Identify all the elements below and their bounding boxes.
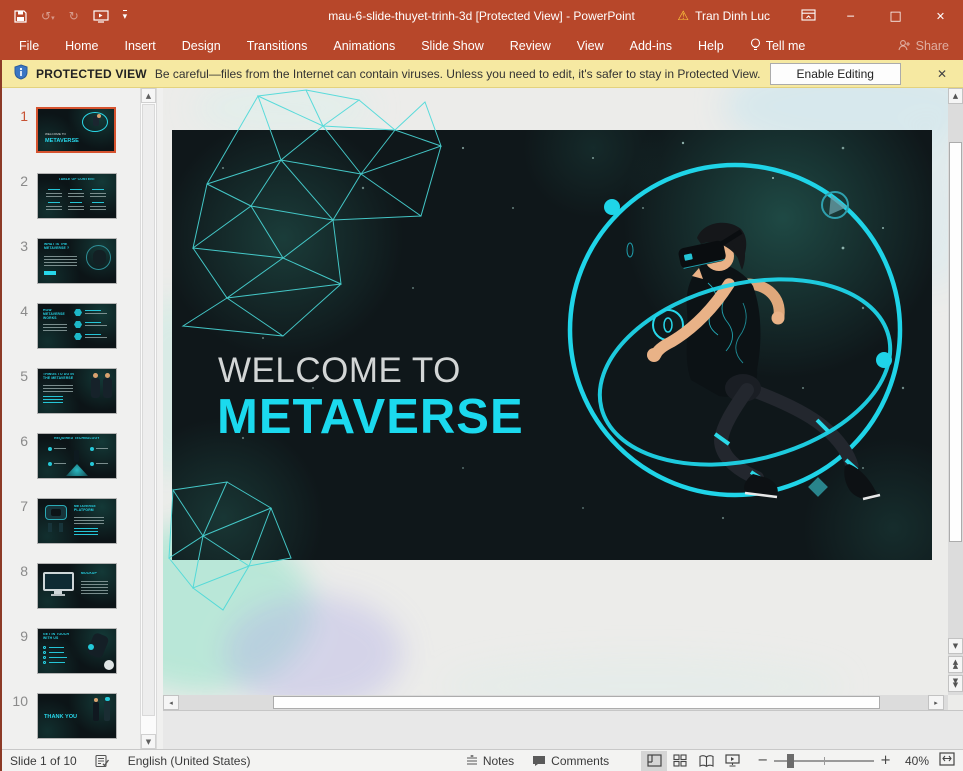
ribbon-display-options-icon[interactable] xyxy=(788,9,828,24)
scroll-left-icon[interactable]: ◂ xyxy=(163,695,179,710)
slide-number: 5 xyxy=(6,368,28,384)
zoom-slider[interactable] xyxy=(774,751,874,771)
scroll-up-icon[interactable]: ▲ xyxy=(141,88,156,103)
scrollbar-thumb[interactable] xyxy=(142,104,155,716)
scroll-down-icon[interactable]: ▼ xyxy=(948,638,963,654)
scroll-down-icon[interactable]: ▼ xyxy=(141,734,156,749)
slide-number: 9 xyxy=(6,628,28,644)
slide-indicator[interactable]: Slide 1 of 10 xyxy=(10,754,77,768)
maximize-button[interactable]: □ xyxy=(873,0,918,32)
shield-icon xyxy=(14,64,28,83)
tab-addins[interactable]: Add-ins xyxy=(617,32,685,60)
tab-help[interactable]: Help xyxy=(685,32,737,60)
horizontal-scrollbar[interactable]: ◂ ▸ xyxy=(163,695,948,710)
tab-design[interactable]: Design xyxy=(169,32,234,60)
notes-toggle[interactable]: Notes xyxy=(466,754,514,768)
banner-close-icon[interactable]: ✕ xyxy=(937,67,947,81)
account-name: Tran Dinh Luc xyxy=(695,9,770,23)
share-person-icon xyxy=(898,39,911,54)
fit-to-window-button[interactable] xyxy=(939,752,955,769)
slide-number: 3 xyxy=(6,238,28,254)
reading-view-button[interactable] xyxy=(693,751,719,771)
comments-icon xyxy=(532,755,546,767)
save-icon[interactable] xyxy=(14,10,27,23)
undo-icon: ↺▾ xyxy=(41,9,55,23)
comments-toggle[interactable]: Comments xyxy=(532,754,609,768)
thumbnail-slide-3[interactable]: 3 WHAT IS THE METAVERSE ? xyxy=(2,238,163,286)
slide-title-text[interactable]: METAVERSE xyxy=(217,389,524,445)
tab-review[interactable]: Review xyxy=(497,32,564,60)
slide-editing-area[interactable]: WELCOME TO METAVERSE ▲ ▼ ▲▲ ▼▼ ◂ ▸ xyxy=(163,88,963,710)
slide-sorter-view-button[interactable] xyxy=(667,751,693,771)
slide-number: 2 xyxy=(6,173,28,189)
thumbnail-slide-2[interactable]: 2 TABLE OF CONTENT xyxy=(2,173,163,221)
thumbnail-slide-10[interactable]: 10 THANK YOU xyxy=(2,693,163,741)
lightbulb-icon xyxy=(750,38,761,55)
slide-number: 1 xyxy=(6,108,28,124)
thumbnail-scrollbar[interactable]: ▲ ▼ xyxy=(140,88,157,749)
previous-slide-button[interactable]: ▲▲ xyxy=(948,656,963,673)
tab-file[interactable]: File xyxy=(6,32,52,60)
powerpoint-window: ↺▾ ↻ ▾ mau-6-slide-thuyet-trinh-3d [Prot… xyxy=(0,0,963,771)
next-slide-button[interactable]: ▼▼ xyxy=(948,675,963,692)
account-warning-icon: ⚠ xyxy=(677,9,689,24)
tab-view[interactable]: View xyxy=(564,32,617,60)
tab-slideshow[interactable]: Slide Show xyxy=(408,32,497,60)
tab-insert[interactable]: Insert xyxy=(112,32,169,60)
redo-icon: ↻ xyxy=(69,9,79,23)
thumbnail-slide-5[interactable]: 5 THINGS TO DO IN THE METAVERSE xyxy=(2,368,163,416)
notes-icon xyxy=(466,755,478,766)
slide-number: 8 xyxy=(6,563,28,579)
language-indicator[interactable]: English (United States) xyxy=(128,754,251,768)
tell-me[interactable]: Tell me xyxy=(737,38,819,55)
start-slideshow-icon[interactable] xyxy=(93,10,109,23)
zoom-level[interactable]: 40% xyxy=(891,754,929,768)
thumbnail-slide-7[interactable]: 7 METAVERSE PLATFORM xyxy=(2,498,163,546)
thumbnail-slide-8[interactable]: 8 MOCKUP xyxy=(2,563,163,611)
slide-number: 6 xyxy=(6,433,28,449)
quick-access-toolbar: ↺▾ ↻ ▾ xyxy=(0,9,127,23)
protected-view-bar: PROTECTED VIEW Be careful—files from the… xyxy=(2,60,963,88)
status-bar: Slide 1 of 10 English (United States) No… xyxy=(2,749,963,771)
thumbnail-slide-1[interactable]: 1 WELCOME TO METAVERSE xyxy=(2,108,163,156)
account-info[interactable]: ⚠ Tran Dinh Luc xyxy=(677,9,770,24)
zoom-slider-handle[interactable] xyxy=(787,754,794,768)
scrollbar-thumb[interactable] xyxy=(949,142,962,542)
tab-transitions[interactable]: Transitions xyxy=(234,32,321,60)
customize-qat-icon[interactable]: ▾ xyxy=(123,10,128,22)
slide-number: 7 xyxy=(6,498,28,514)
slide-subtitle-text[interactable]: WELCOME TO xyxy=(218,351,461,391)
enable-editing-button[interactable]: Enable Editing xyxy=(770,63,901,85)
share-button[interactable]: Share xyxy=(898,39,949,54)
slide-thumbnail-panel: 1 WELCOME TO METAVERSE 2 TABLE OF CONTEN… xyxy=(2,88,163,749)
slideshow-view-button[interactable] xyxy=(719,751,745,771)
vertical-scrollbar[interactable]: ▲ ▼ ▲▲ ▼▼ xyxy=(948,88,963,695)
thumbnail-slide-4[interactable]: 4 HOW METAVERSE WORKS xyxy=(2,303,163,351)
spellcheck-icon[interactable] xyxy=(95,754,110,768)
thumbnail-slide-9[interactable]: 9 GET IN TOUCH WITH US xyxy=(2,628,163,676)
slide-number: 10 xyxy=(6,693,28,709)
notes-splitter-area xyxy=(163,710,963,749)
scroll-up-icon[interactable]: ▲ xyxy=(948,88,963,104)
scrollbar-thumb[interactable] xyxy=(273,696,880,709)
tab-home[interactable]: Home xyxy=(52,32,111,60)
ribbon-tab-bar: File Home Insert Design Transitions Anim… xyxy=(0,32,963,60)
zoom-in-button[interactable]: + xyxy=(880,753,891,768)
thumbnail-slide-6[interactable]: 6 REQUIRED TECHNOLOGY xyxy=(2,433,163,481)
banner-message: Be careful—files from the Internet can c… xyxy=(155,67,761,81)
slide-number: 4 xyxy=(6,303,28,319)
scroll-right-icon[interactable]: ▸ xyxy=(928,695,944,710)
title-bar: ↺▾ ↻ ▾ mau-6-slide-thuyet-trinh-3d [Prot… xyxy=(0,0,963,32)
banner-title: PROTECTED VIEW xyxy=(36,67,147,81)
tab-animations[interactable]: Animations xyxy=(320,32,408,60)
close-button[interactable]: ✕ xyxy=(918,0,963,32)
zoom-out-button[interactable]: − xyxy=(757,753,768,768)
minimize-button[interactable]: ─ xyxy=(828,0,873,32)
normal-view-button[interactable] xyxy=(641,751,667,771)
